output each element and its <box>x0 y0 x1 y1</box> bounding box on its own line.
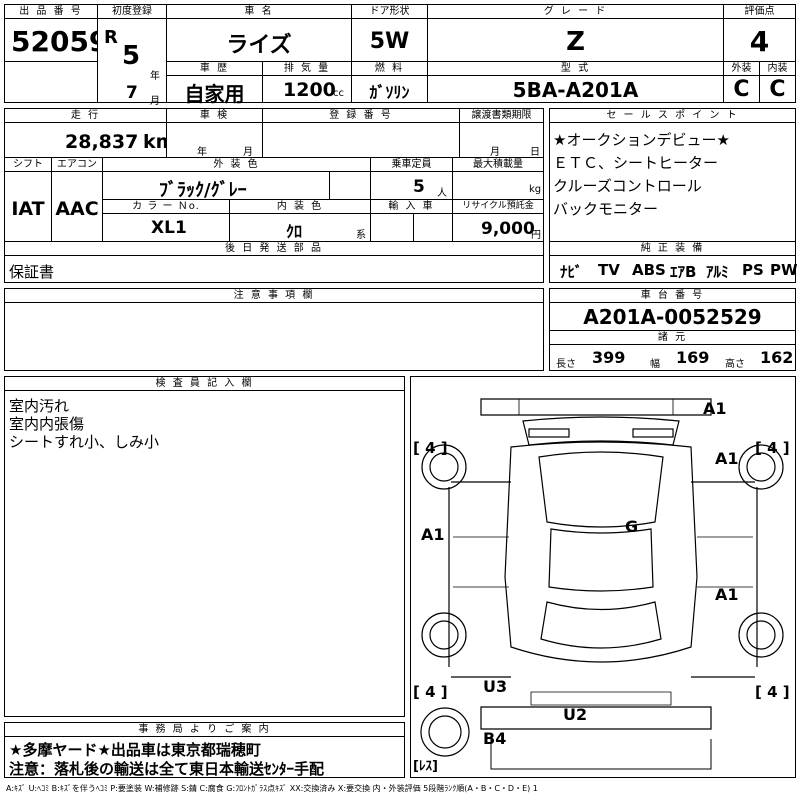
ext-score: C <box>733 77 750 102</box>
equipment-item: TV <box>598 261 620 279</box>
damage-mark: B4 <box>483 729 507 748</box>
office-note: ★多摩ヤード★出品車は東京都瑞穂町 <box>9 741 261 759</box>
inspector-cell: 検 査 員 記 入 欄 室内汚れ 室内内張傷 シートすれ小、しみ小 <box>4 376 405 717</box>
chassis-cell: 車 台 番 号 A201A-0052529 <box>549 288 796 331</box>
color-number-cell: カ ラ ー Ｎo. XL1 <box>102 199 230 242</box>
sales-point-line: クルーズコントロール <box>553 177 702 195</box>
later-parts-cell: 後 日 発 送 部 品 保証書 <box>4 241 544 283</box>
color-number: XL1 <box>151 218 187 238</box>
grade: Z <box>566 27 585 57</box>
ext-score-cell: 外装 C <box>723 61 760 103</box>
damage-mark: G <box>625 517 639 536</box>
damage-mark: U3 <box>483 677 508 696</box>
inspector-note: シートすれ小、しみ小 <box>9 433 160 451</box>
aircon-cell: エアコン AAC <box>51 157 103 242</box>
equipment-item: PW <box>770 261 798 279</box>
score: 4 <box>749 25 770 58</box>
recycle-fee: 9,000 <box>481 219 535 239</box>
interior-color: ｸﾛ <box>286 222 303 241</box>
inspection-cell: 車 検 年 月 <box>166 108 263 158</box>
fuel-cell: 燃 料 ｶﾞｿﾘﾝ <box>351 61 428 103</box>
capacity-cell: 乗車定員 5 人 <box>370 157 453 200</box>
width: 169 <box>676 348 710 367</box>
sales-point-cell: セ ー ル ス ポ イ ン ト ★オークションデビュー★ ＥＴＣ、シートヒーター… <box>549 108 796 242</box>
sales-point-line: ★オークションデビュー★ <box>553 131 730 149</box>
equipment-cell: 純 正 装 備 ﾅﾋﾞ TV ABS ｴｱB ｱﾙﾐ PS PW <box>549 241 798 283</box>
shift: IAT <box>11 198 45 220</box>
transfer-deadline-cell: 譲渡書類期限 月 日 <box>459 108 544 158</box>
int-score-cell: 内装 C <box>759 61 796 103</box>
lot-number: 52059 <box>11 25 109 58</box>
door-type: 5W <box>369 29 410 54</box>
car-name: ライズ <box>226 33 292 58</box>
displacement: 1200 <box>283 79 336 101</box>
later-parts: 保証書 <box>9 263 55 281</box>
legend: A:ｷｽﾞ U:ﾍｺﾐ B:ｷｽﾞを伴うﾍｺﾐ P:要塗装 W:補修跡 S:錆 … <box>6 784 538 793</box>
capacity: 5 <box>413 177 425 197</box>
era: R <box>104 27 118 48</box>
history: 自家用 <box>184 82 245 106</box>
interior-color-cell: 内 装 色 ｸﾛ 系 <box>229 199 371 242</box>
damage-mark: A1 <box>703 399 727 418</box>
damage-diagram: [ 4 ] [ 4 ] [ 4 ] [ 4 ] [ﾚｽ] A1 A1 A1 G … <box>410 376 796 778</box>
notes-cell: 注 意 事 項 欄 <box>4 288 544 371</box>
tire-fr-score: [ 4 ] <box>755 439 790 457</box>
history-cell: 車 歴 自家用 <box>166 61 263 106</box>
mileage: 28,837 <box>65 131 139 153</box>
sales-point-line: バックモニター <box>553 200 659 218</box>
car-name-cell: 車 名 ライズ <box>166 4 352 62</box>
recycle-cell: リサイクル預託金 9,000 円 <box>452 199 544 242</box>
damage-mark: U2 <box>563 705 588 724</box>
tire-rr-score: [ 4 ] <box>755 683 790 701</box>
equipment-item: ｱﾙﾐ <box>706 263 729 281</box>
damage-mark: A1 <box>421 525 445 544</box>
tire-fl-score: [ 4 ] <box>413 439 448 457</box>
grade-cell: グ レ ー ド Z <box>427 4 724 62</box>
height: 162 <box>760 348 794 367</box>
office-cell: 事 務 局 よ り ご 案 内 ★多摩ヤード★出品車は東京都瑞穂町 注意：落札後… <box>4 722 405 778</box>
damage-mark: A1 <box>715 449 739 468</box>
import-cell: 輸 入 車 <box>370 199 453 242</box>
color-cell: 外 装 色 ﾌﾞﾗｯｸ/ｸﾞﾚｰ <box>102 157 371 201</box>
aircon: AAC <box>55 198 99 220</box>
shift-cell: シフト IAT <box>4 157 52 242</box>
mileage-cell: 走 行 28,837 km <box>4 108 175 158</box>
chassis-number: A201A-0052529 <box>583 305 762 329</box>
fuel: ｶﾞｿﾘﾝ <box>369 83 410 102</box>
equipment-item: ABS <box>632 261 666 279</box>
damage-mark: A1 <box>715 585 739 604</box>
length: 399 <box>592 348 626 367</box>
equipment-item: ﾅﾋﾞ <box>560 263 583 281</box>
first-registration-cell: 初度登録 R 5 年 7 月 <box>97 4 167 107</box>
dimensions-cell: 諸 元 長さ 399 幅 169 高さ 162 <box>549 330 796 371</box>
reg-year: 5 <box>122 41 141 71</box>
max-load-cell: 最大積載量 kg <box>452 157 544 200</box>
model-code: 5BA-A201A <box>512 78 639 102</box>
office-note: 注意：落札後の輸送は全て東日本輸送ｾﾝﾀｰ手配 <box>9 760 325 778</box>
sales-point-line: ＥＴＣ、シートヒーター <box>553 154 719 172</box>
displacement-cell: 排 気 量 1200 cc <box>262 61 352 103</box>
int-score: C <box>769 77 786 102</box>
equipment-item: ｴｱB <box>670 263 697 281</box>
reg-month: 7 <box>126 83 138 103</box>
model-cell: 型 式 5BA-A201A <box>427 61 724 103</box>
door-cell: ドア形状 5W <box>351 4 428 62</box>
lot-number-cell: 出 品 番 号 52059 <box>4 4 108 62</box>
spare-tire-status: [ﾚｽ] <box>413 759 438 774</box>
car-outline <box>420 398 784 770</box>
lot-blank-cell <box>4 61 98 103</box>
equipment-item: PS <box>742 261 764 279</box>
tire-rl-score: [ 4 ] <box>413 683 448 701</box>
score-cell: 評価点 4 <box>723 4 796 62</box>
registration-number-cell: 登 録 番 号 <box>262 108 460 158</box>
